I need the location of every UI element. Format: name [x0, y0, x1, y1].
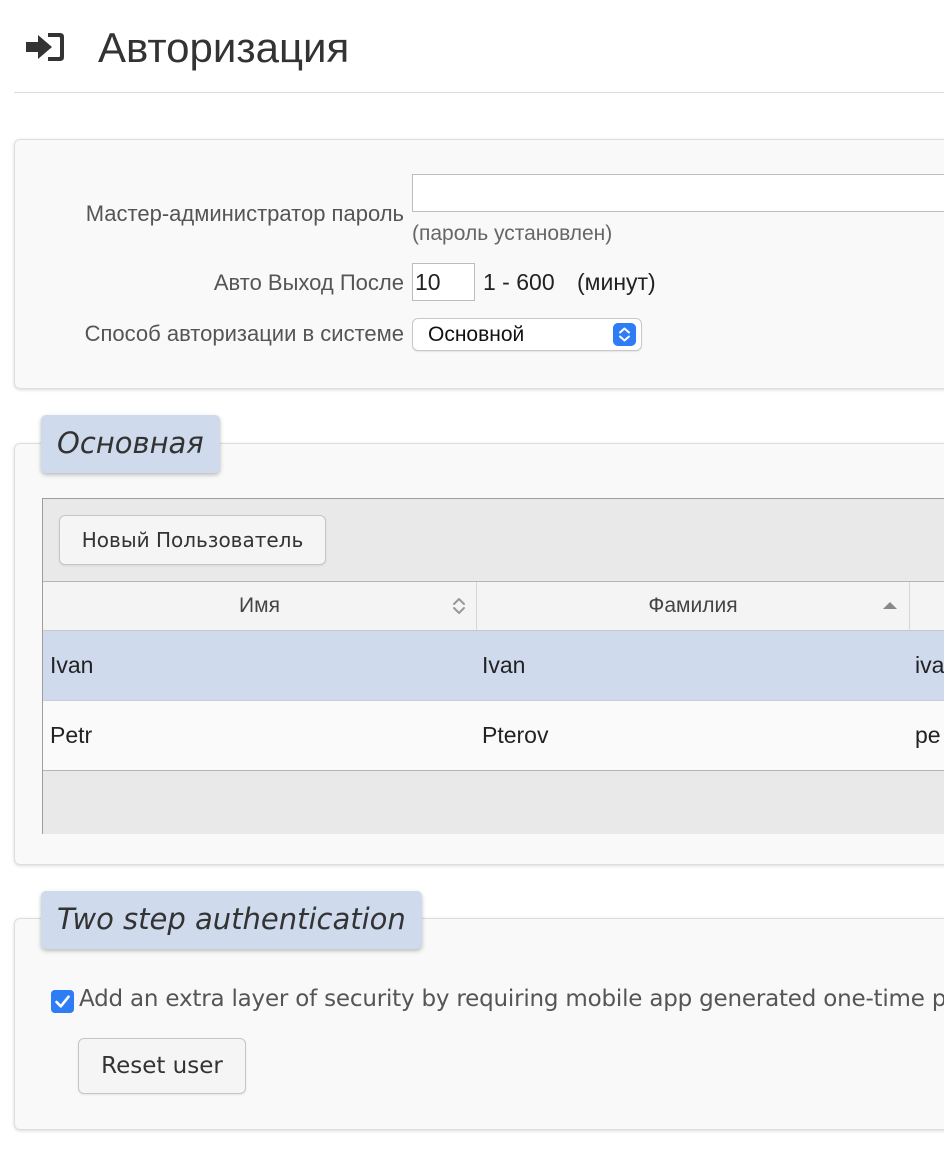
page-title: Авторизация	[98, 24, 350, 71]
two-step-panel	[14, 918, 944, 1130]
auth-method-value: Основной	[428, 323, 525, 346]
column-header-surname-label: Фамилия	[648, 594, 738, 617]
master-password-input[interactable]	[412, 174, 944, 212]
new-user-button[interactable]: Новый Пользователь	[59, 515, 326, 565]
sign-in-icon	[26, 33, 64, 61]
users-grid: Новый Пользователь Имя Фамилия Ivan Ivan…	[42, 498, 944, 834]
auto-logout-unit: (минут)	[577, 269, 656, 295]
password-status-note: (пароль установлен)	[412, 222, 613, 245]
two-step-legend: Two step authentication	[41, 891, 422, 949]
auto-logout-label: Авто Выход После	[213, 270, 404, 295]
auth-method-label: Способ авторизации в системе	[84, 321, 404, 346]
sort-asc-icon	[883, 602, 897, 609]
grid-header: Имя Фамилия	[43, 582, 944, 631]
auto-logout-input[interactable]: 10	[412, 263, 475, 301]
cell-name: Petr	[50, 722, 93, 748]
users-section-legend: Основная	[41, 415, 220, 473]
column-header-login[interactable]	[910, 582, 944, 630]
auth-method-select[interactable]: Основной	[412, 318, 642, 351]
select-arrows-icon	[613, 323, 636, 346]
cell-login: pe	[915, 722, 941, 748]
cell-surname: Ivan	[482, 652, 526, 678]
page-header: Авторизация	[14, 0, 944, 93]
table-row[interactable]: Ivan Ivan iva	[43, 631, 944, 701]
grid-footer	[43, 771, 944, 834]
grid-toolbar: Новый Пользователь	[43, 499, 944, 582]
column-header-name[interactable]: Имя	[43, 582, 477, 630]
auto-logout-range: 1 - 600	[483, 269, 555, 295]
reset-user-button[interactable]: Reset user	[78, 1038, 246, 1094]
column-header-name-label: Имя	[239, 594, 280, 617]
cell-surname: Pterov	[482, 722, 549, 748]
sort-both-icon	[453, 598, 465, 614]
master-password-label: Мастер-администратор пароль	[85, 201, 404, 226]
two-step-checkbox[interactable]	[51, 990, 74, 1013]
column-header-surname[interactable]: Фамилия	[477, 582, 910, 630]
cell-name: Ivan	[50, 652, 94, 678]
table-row[interactable]: Petr Pterov pe	[43, 701, 944, 771]
two-step-checkbox-label[interactable]: Add an extra layer of security by requir…	[79, 986, 944, 1012]
cell-login: iva	[915, 652, 944, 678]
